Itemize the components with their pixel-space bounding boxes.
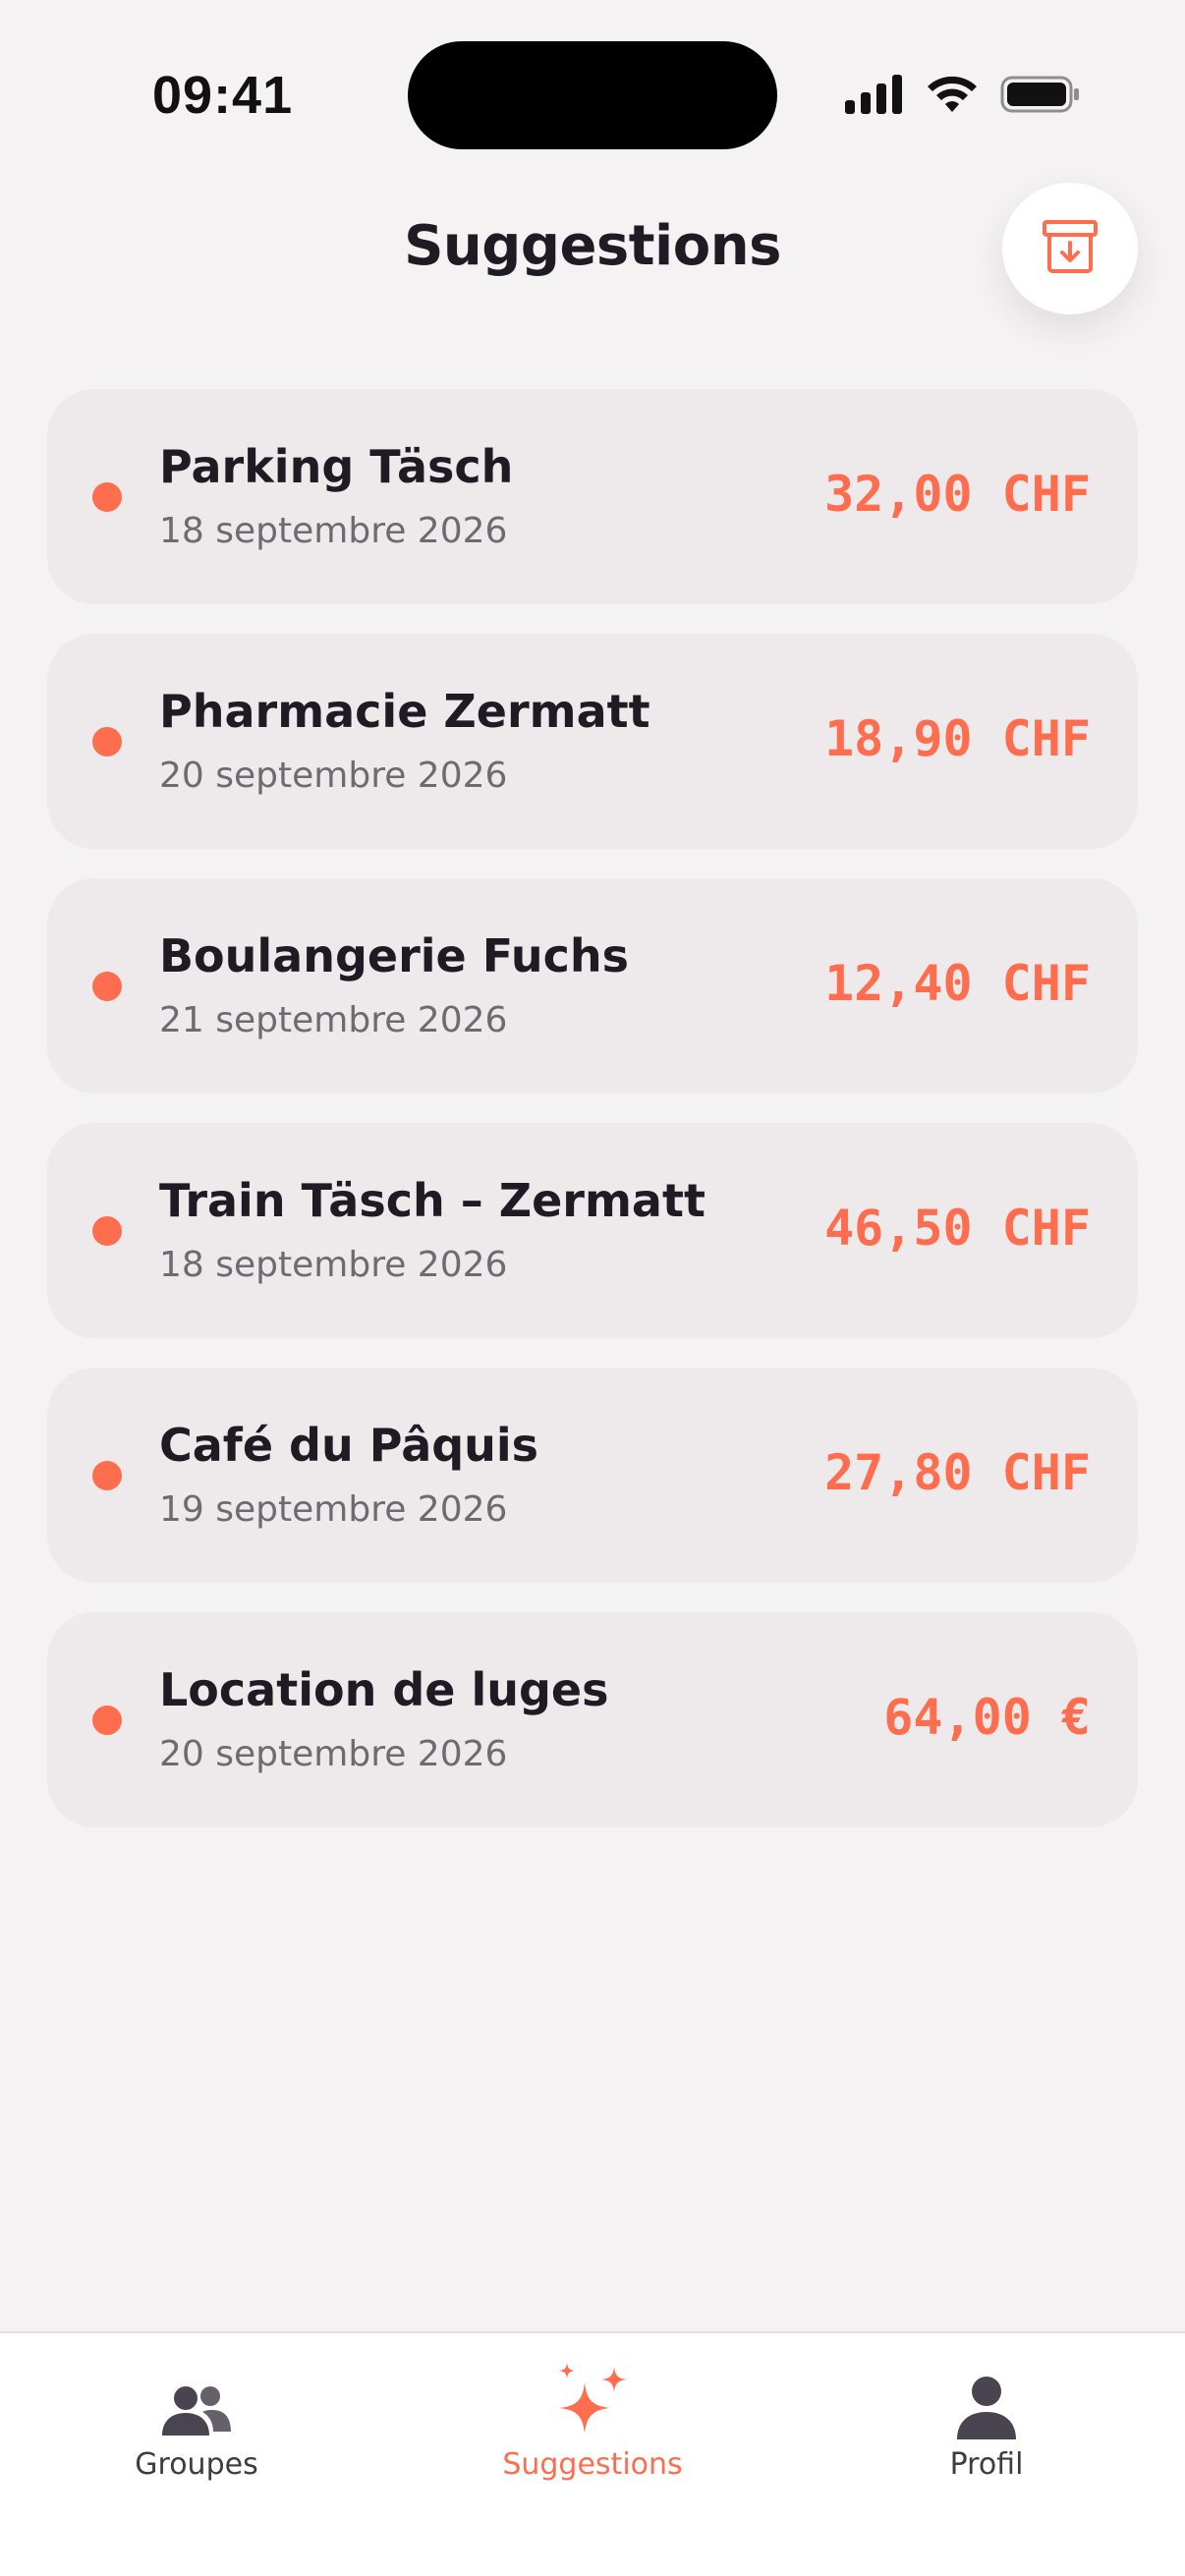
status-dot: [92, 972, 122, 1001]
suggestion-name: Parking Täsch: [159, 440, 514, 493]
suggestion-date: 21 septembre 2026: [159, 1000, 508, 1040]
suggestion-amount: 12,40 CHF: [824, 955, 1091, 1012]
sparkles-icon: [553, 2353, 632, 2441]
status-dot: [92, 1706, 122, 1735]
battery-icon: [1000, 75, 1081, 118]
suggestion-name: Location de luges: [159, 1663, 609, 1716]
tab-groupes[interactable]: Groupes: [49, 2353, 344, 2482]
archive-button[interactable]: [1002, 183, 1138, 314]
suggestion-name: Boulangerie Fuchs: [159, 929, 630, 982]
suggestion-date: 18 septembre 2026: [159, 1245, 508, 1285]
group-icon: [159, 2353, 234, 2441]
status-time: 09:41: [152, 66, 294, 125]
status-dot: [92, 482, 122, 512]
suggestion-card[interactable]: Parking Täsch 18 septembre 2026 32,00 CH…: [47, 389, 1138, 604]
tab-label: Groupes: [135, 2447, 258, 2482]
suggestion-name: Pharmacie Zermatt: [159, 685, 650, 738]
suggestion-card[interactable]: Location de luges 20 septembre 2026 64,0…: [47, 1612, 1138, 1827]
suggestion-list: Parking Täsch 18 septembre 2026 32,00 CH…: [47, 389, 1138, 1827]
suggestion-card[interactable]: Pharmacie Zermatt 20 septembre 2026 18,9…: [47, 634, 1138, 849]
suggestions-screen: 09:41 Suggestions Parking Täsch 18 septe…: [0, 0, 1185, 2576]
status-dot: [92, 727, 122, 756]
suggestion-amount: 18,90 CHF: [824, 710, 1091, 767]
archive-download-icon: [1040, 216, 1100, 281]
suggestion-amount: 32,00 CHF: [824, 466, 1091, 523]
suggestion-amount: 27,80 CHF: [824, 1444, 1091, 1501]
suggestion-name: Café du Pâquis: [159, 1419, 539, 1472]
cellular-signal-icon: [845, 75, 904, 118]
suggestion-card[interactable]: Train Täsch – Zermatt 18 septembre 2026 …: [47, 1123, 1138, 1338]
person-icon: [954, 2353, 1019, 2441]
status-dot: [92, 1216, 122, 1246]
suggestion-amount: 46,50 CHF: [824, 1200, 1091, 1257]
tab-label: Profil: [949, 2447, 1024, 2482]
suggestion-date: 20 septembre 2026: [159, 756, 508, 796]
tab-suggestions[interactable]: Suggestions: [445, 2353, 740, 2482]
suggestion-date: 19 septembre 2026: [159, 1489, 508, 1530]
suggestion-card[interactable]: Boulangerie Fuchs 21 septembre 2026 12,4…: [47, 878, 1138, 1093]
tab-bar: Groupes Suggestions Profil: [0, 2331, 1185, 2576]
tab-profil[interactable]: Profil: [839, 2353, 1134, 2482]
suggestion-name: Train Täsch – Zermatt: [159, 1174, 705, 1227]
status-icons: [845, 75, 1081, 118]
suggestion-date: 20 septembre 2026: [159, 1734, 508, 1774]
dynamic-island: [408, 41, 777, 149]
suggestion-amount: 64,00 €: [883, 1689, 1091, 1746]
tab-label: Suggestions: [502, 2447, 683, 2482]
status-dot: [92, 1461, 122, 1490]
wifi-icon: [926, 75, 979, 118]
suggestion-date: 18 septembre 2026: [159, 511, 508, 551]
suggestion-card[interactable]: Café du Pâquis 19 septembre 2026 27,80 C…: [47, 1368, 1138, 1583]
